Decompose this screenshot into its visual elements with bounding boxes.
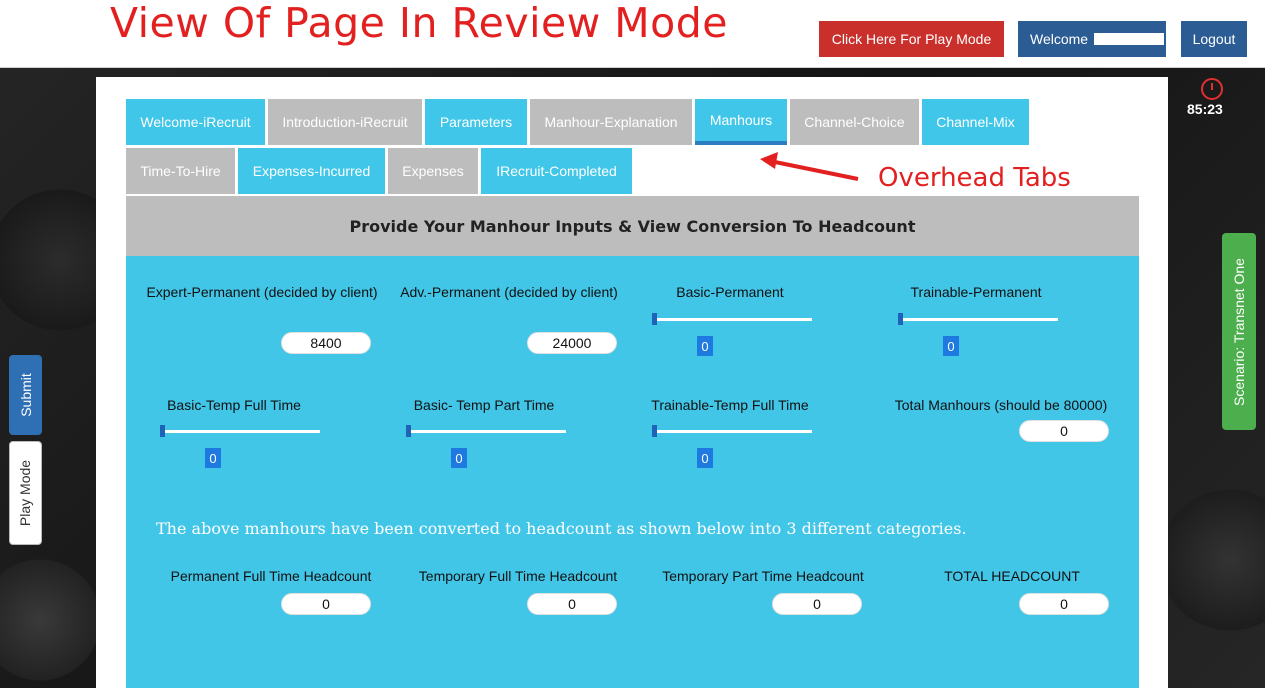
- main-card: Welcome-iRecruit Introduction-iRecruit P…: [96, 77, 1168, 688]
- submit-side-tab[interactable]: Submit: [9, 355, 42, 435]
- temporary-full-headcount-label: Temporary Full Time Headcount: [418, 568, 618, 584]
- timer-value: 85:23: [1187, 101, 1223, 117]
- tab-irecruit-completed[interactable]: IRecruit-Completed: [481, 148, 632, 194]
- scenario-label: Scenario: Transnet One: [1231, 257, 1247, 406]
- basic-temp-full-slider[interactable]: [160, 425, 320, 437]
- submit-label: Submit: [17, 373, 34, 417]
- total-headcount-label: TOTAL HEADCOUNT: [944, 568, 1080, 584]
- adv-permanent-label: Adv.-Permanent (decided by client): [400, 284, 618, 300]
- expert-permanent-input[interactable]: 8400: [281, 332, 371, 354]
- redacted-username: [1094, 33, 1165, 45]
- total-headcount-output: 0: [1019, 593, 1109, 615]
- tab-manhours[interactable]: Manhours: [695, 99, 787, 145]
- tab-expenses-incurred[interactable]: Expenses-Incurred: [238, 148, 385, 194]
- slider-handle[interactable]: [406, 425, 411, 437]
- tab-channel-choice[interactable]: Channel-Choice: [790, 99, 919, 145]
- tab-parameters[interactable]: Parameters: [425, 99, 527, 145]
- basic-temp-full-label: Basic-Temp Full Time: [167, 397, 301, 413]
- trainable-permanent-label: Trainable-Permanent: [910, 284, 1042, 300]
- trainable-permanent-value: 0: [943, 336, 959, 356]
- tab-expenses[interactable]: Expenses: [388, 148, 478, 194]
- slider-handle[interactable]: [160, 425, 165, 437]
- basic-temp-part-value: 0: [451, 448, 467, 468]
- temporary-part-headcount-label: Temporary Part Time Headcount: [662, 568, 864, 584]
- basic-temp-part-label: Basic- Temp Part Time: [413, 397, 555, 413]
- scenario-side-tab[interactable]: Scenario: Transnet One: [1222, 233, 1256, 430]
- tab-time-to-hire[interactable]: Time-To-Hire: [126, 148, 235, 194]
- temporary-full-headcount-output: 0: [527, 593, 617, 615]
- arrow-left-icon: [760, 152, 859, 181]
- temporary-part-headcount-output: 0: [772, 593, 862, 615]
- permanent-full-headcount-label: Permanent Full Time Headcount: [170, 568, 372, 584]
- total-manhours-label: Total Manhours (should be 80000): [894, 397, 1108, 413]
- welcome-label: Welcome: [1030, 31, 1089, 47]
- trainable-temp-full-slider[interactable]: [652, 425, 812, 437]
- logout-button[interactable]: Logout: [1181, 21, 1247, 57]
- basic-temp-part-slider[interactable]: [406, 425, 566, 437]
- welcome-button[interactable]: Welcome: [1018, 21, 1166, 57]
- trainable-permanent-slider[interactable]: [898, 313, 1058, 325]
- basic-permanent-slider[interactable]: [652, 313, 812, 325]
- tab-manhour-explanation[interactable]: Manhour-Explanation: [530, 99, 692, 145]
- total-manhours-output: 0: [1019, 420, 1109, 442]
- manhour-panel: Expert-Permanent (decided by client) 840…: [126, 256, 1139, 688]
- section-title: Provide Your Manhour Inputs & View Conve…: [126, 196, 1139, 256]
- trainable-temp-full-label: Trainable-Temp Full Time: [651, 397, 809, 413]
- basic-permanent-label: Basic-Permanent: [676, 284, 784, 300]
- tab-welcome-irecruit[interactable]: Welcome-iRecruit: [126, 99, 265, 145]
- conversion-note: The above manhours have been converted t…: [156, 519, 967, 538]
- tab-introduction-irecruit[interactable]: Introduction-iRecruit: [268, 99, 422, 145]
- slider-handle[interactable]: [652, 313, 657, 325]
- tab-channel-mix[interactable]: Channel-Mix: [922, 99, 1029, 145]
- basic-permanent-value: 0: [697, 336, 713, 356]
- review-mode-annotation: View Of Page In Review Mode: [110, 0, 728, 47]
- adv-permanent-input[interactable]: 24000: [527, 332, 617, 354]
- basic-temp-full-value: 0: [205, 448, 221, 468]
- permanent-full-headcount-output: 0: [281, 593, 371, 615]
- play-mode-side-tab[interactable]: Play Mode: [9, 441, 42, 545]
- overhead-tabs-annotation: Overhead Tabs: [878, 163, 1071, 193]
- expert-permanent-label: Expert-Permanent (decided by client): [146, 284, 378, 300]
- top-header: View Of Page In Review Mode Click Here F…: [0, 0, 1265, 68]
- play-mode-label: Play Mode: [17, 459, 34, 527]
- play-mode-button[interactable]: Click Here For Play Mode: [819, 21, 1004, 57]
- trainable-temp-full-value: 0: [697, 448, 713, 468]
- stopwatch-icon: [1201, 78, 1223, 100]
- slider-handle[interactable]: [898, 313, 903, 325]
- slider-handle[interactable]: [652, 425, 657, 437]
